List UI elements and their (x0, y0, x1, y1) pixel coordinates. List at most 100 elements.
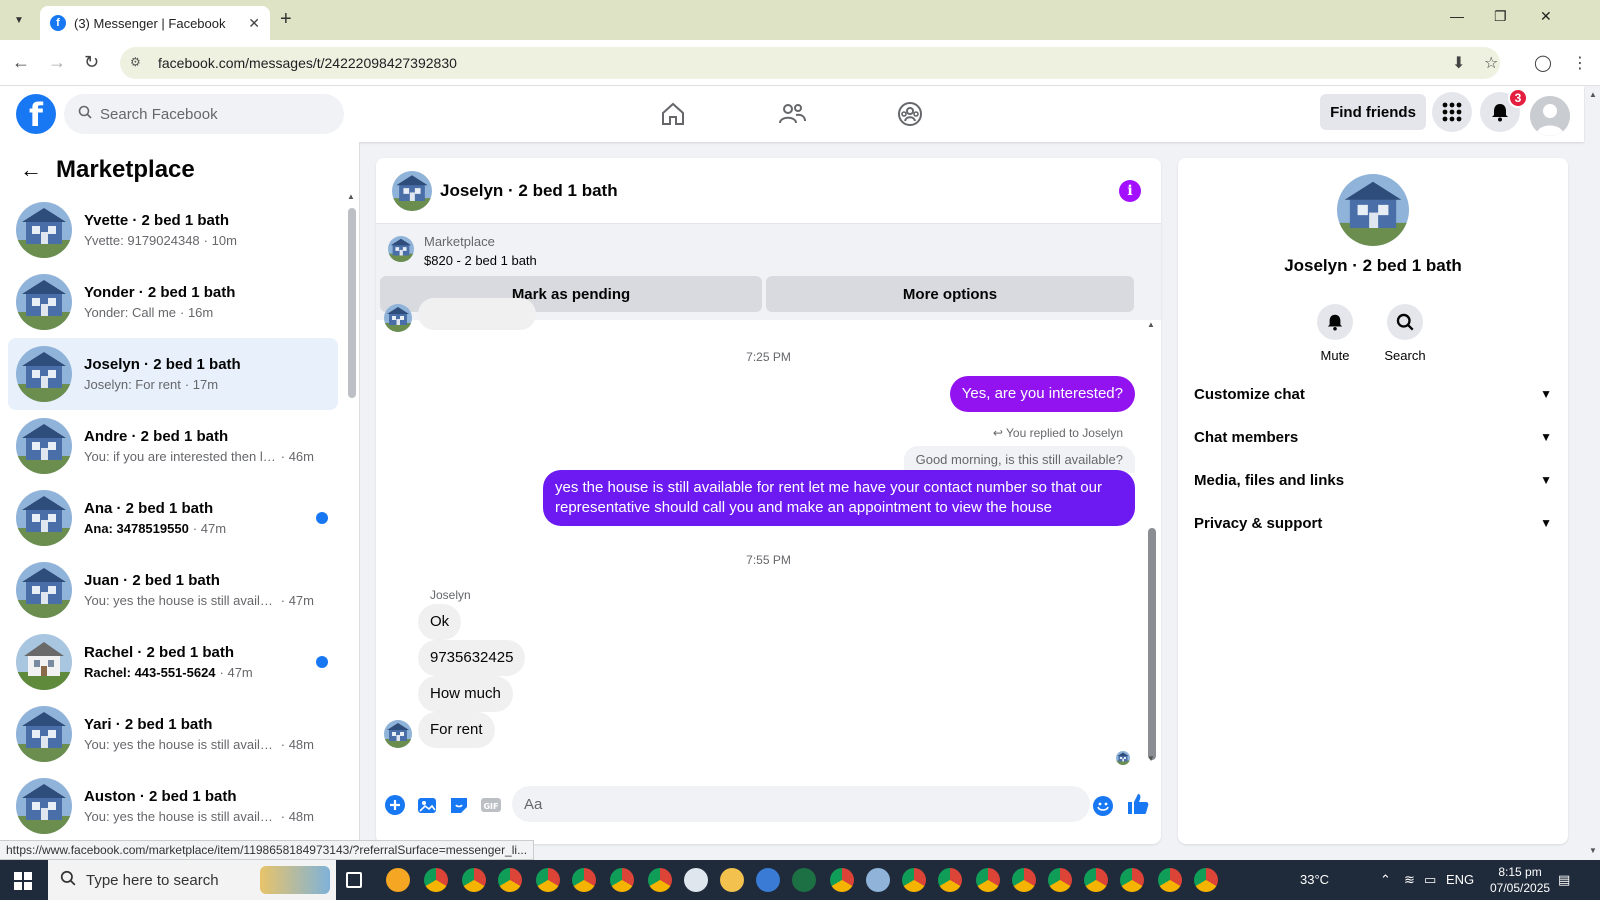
listing-price[interactable]: $820 - 2 bed 1 bath (424, 253, 537, 268)
contact-avatar[interactable] (1337, 174, 1409, 246)
incoming-message[interactable]: How much (418, 676, 513, 712)
windows-start-icon[interactable] (14, 872, 32, 890)
chrome-icon[interactable] (938, 868, 962, 892)
incoming-message[interactable]: Ok (418, 604, 462, 640)
bell-icon[interactable] (1317, 304, 1353, 340)
chat-members-section[interactable]: Chat members ▼ (1194, 417, 1552, 457)
paint-icon[interactable] (684, 868, 708, 892)
forward-icon[interactable]: → (48, 52, 66, 73)
install-app-icon[interactable]: ⬇ (1452, 53, 1465, 73)
chrome-icon[interactable] (424, 868, 448, 892)
chrome-icon[interactable] (648, 868, 672, 892)
battery-icon[interactable]: ▭ (1424, 872, 1436, 888)
vlc-icon[interactable] (386, 868, 410, 892)
copilot-icon[interactable] (756, 868, 780, 892)
new-tab-icon[interactable]: + (280, 8, 292, 31)
scroll-up-icon[interactable]: ▲ (1147, 320, 1155, 329)
wifi-icon[interactable]: ≋ (1404, 872, 1415, 888)
groups-icon[interactable] (894, 98, 926, 130)
language-indicator[interactable]: ENG (1446, 872, 1474, 887)
plus-circle-icon[interactable] (384, 794, 406, 816)
find-friends-button[interactable]: Find friends (1320, 94, 1426, 130)
customize-chat-section[interactable]: Customize chat ▼ (1194, 374, 1552, 414)
close-window-icon[interactable]: ✕ (1540, 8, 1552, 25)
conversation-item[interactable]: Andre · 2 bed 1 bath You: if you are inte… (8, 410, 338, 482)
chrome-icon[interactable] (1048, 868, 1072, 892)
conversation-item[interactable]: Yari · 2 bed 1 bath You: yes the house is… (8, 698, 338, 770)
chrome-icon[interactable] (1012, 868, 1036, 892)
listing-thumbnail[interactable] (388, 236, 414, 262)
chrome-icon[interactable] (976, 868, 1000, 892)
scroll-up-icon[interactable]: ▲ (347, 192, 355, 201)
excel-icon[interactable] (792, 868, 816, 892)
file-explorer-icon[interactable] (720, 868, 744, 892)
bookmark-star-icon[interactable]: ☆ (1484, 53, 1498, 73)
site-info-icon[interactable]: ⚙ (130, 55, 146, 71)
more-options-button[interactable]: More options (766, 276, 1134, 312)
chrome-icon[interactable] (1084, 868, 1108, 892)
chrome-icon[interactable] (536, 868, 560, 892)
like-thumbs-up-icon[interactable] (1126, 792, 1149, 814)
account-avatar[interactable] (1530, 96, 1570, 136)
facebook-logo-icon[interactable]: f (16, 94, 56, 134)
profile-icon[interactable]: ◯ (1534, 53, 1552, 73)
tab-search-chevron-icon[interactable]: ▼ (6, 9, 32, 31)
privacy-support-section[interactable]: Privacy & support ▼ (1194, 503, 1552, 543)
sticker-icon[interactable] (448, 794, 470, 816)
chrome-icon[interactable] (462, 868, 486, 892)
friends-icon[interactable] (776, 98, 808, 130)
notification-center-icon[interactable]: ▤ (1558, 872, 1570, 888)
conversation-item[interactable]: Yvette · 2 bed 1 bath Yvette: 9179024348 ·… (8, 194, 338, 266)
conversation-item[interactable]: Juan · 2 bed 1 bath You: yes the house is… (8, 554, 338, 626)
chrome-icon[interactable] (572, 868, 596, 892)
page-scroll-down-icon[interactable]: ▼ (1589, 846, 1597, 855)
clock[interactable]: 8:15 pm 07/05/2025 (1490, 864, 1550, 896)
chrome-icon[interactable] (610, 868, 634, 892)
chat-title[interactable]: Joselyn · 2 bed 1 bath (440, 181, 618, 201)
tray-chevron-icon[interactable]: ⌃ (1380, 872, 1391, 888)
browser-menu-icon[interactable]: ⋮ (1572, 53, 1588, 73)
back-arrow-icon[interactable]: ← (20, 157, 42, 183)
magnifier-icon[interactable] (866, 868, 890, 892)
chrome-icon[interactable] (902, 868, 926, 892)
conversation-item[interactable]: Yonder · 2 bed 1 bath Yonder: Call me · 16… (8, 266, 338, 338)
back-icon[interactable]: ← (12, 52, 30, 73)
chrome-icon[interactable] (1120, 868, 1144, 892)
outgoing-message[interactable]: Yes, are you interested? (949, 376, 1135, 412)
gif-icon[interactable]: GIF (480, 794, 502, 816)
photo-icon[interactable] (416, 794, 438, 816)
incoming-message[interactable]: 9735632425 (418, 640, 526, 676)
chrome-icon[interactable] (830, 868, 854, 892)
search-icon[interactable] (1387, 304, 1423, 340)
chrome-icon[interactable] (498, 868, 522, 892)
outgoing-message[interactable]: yes the house is still available for ren… (543, 470, 1135, 526)
conversation-item[interactable]: Ana · 2 bed 1 bath Ana: 3478519550 · 47m (8, 482, 338, 554)
url-field[interactable]: ⚙ facebook.com/messages/t/24222098427392… (120, 47, 1500, 79)
facebook-search-input[interactable]: Search Facebook (64, 94, 344, 134)
chat-avatar[interactable] (392, 170, 432, 211)
conversation-item[interactable]: Joselyn · 2 bed 1 bath Joselyn: For rent ·… (8, 338, 338, 410)
page-scroll-up-icon[interactable]: ▲ (1589, 90, 1597, 99)
reload-icon[interactable]: ↻ (84, 52, 99, 73)
restore-icon[interactable]: ❐ (1494, 8, 1507, 25)
home-icon[interactable] (657, 98, 689, 130)
info-icon[interactable]: i (1119, 180, 1141, 202)
browser-tab[interactable]: f (3) Messenger | Facebook ✕ (40, 6, 270, 40)
conversation-item[interactable]: Auston · 2 bed 1 bath You: yes the house … (8, 770, 338, 842)
weather-temp[interactable]: 33°C (1300, 872, 1329, 887)
message-input[interactable]: Aa (512, 786, 1090, 822)
conversation-item[interactable]: Rachel · 2 bed 1 bath Rachel: 443-551-562… (8, 626, 338, 698)
search-action[interactable]: Search (1375, 304, 1435, 363)
chrome-icon[interactable] (1158, 868, 1182, 892)
chat-scrollbar[interactable] (1148, 528, 1156, 760)
menu-grid-icon[interactable] (1432, 92, 1472, 132)
mute-action[interactable]: Mute (1305, 304, 1365, 363)
emoji-icon[interactable] (1092, 795, 1114, 822)
quoted-message[interactable]: Good morning, is this still available? (903, 446, 1135, 473)
close-tab-icon[interactable]: ✕ (248, 15, 260, 32)
task-view-icon[interactable] (346, 872, 362, 888)
list-scrollbar[interactable] (348, 208, 356, 398)
minimize-icon[interactable]: — (1450, 8, 1464, 24)
scroll-down-icon[interactable]: ▼ (1147, 754, 1155, 763)
media-files-links-section[interactable]: Media, files and links ▼ (1194, 460, 1552, 500)
